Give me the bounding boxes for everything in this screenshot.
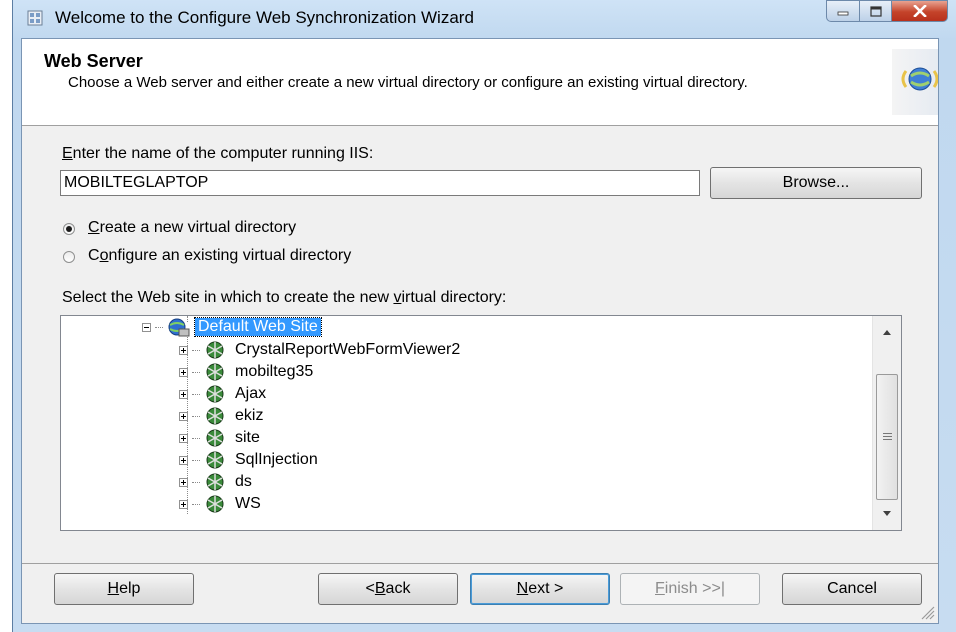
tree-node-label: site	[235, 429, 260, 446]
tree-node[interactable]: WS	[179, 493, 264, 515]
grip-line	[883, 433, 892, 434]
expand-icon[interactable]	[179, 433, 188, 443]
page-title: Web Server	[44, 51, 143, 71]
website-globe-icon	[168, 318, 190, 337]
tree-node[interactable]: site	[179, 427, 263, 449]
expand-icon[interactable]	[179, 455, 188, 465]
tree-node[interactable]: ekiz	[179, 405, 266, 427]
tree-node-label: ds	[235, 473, 252, 490]
virtual-directory-icon	[206, 451, 224, 469]
maximize-icon	[869, 5, 882, 17]
title-bar[interactable]: Welcome to the Configure Web Synchroniza…	[13, 0, 956, 38]
virtual-directory-icon	[206, 495, 224, 513]
virtual-directory-icon	[206, 407, 224, 425]
finish-button[interactable]: Finish >>|	[620, 573, 760, 605]
minimize-button[interactable]	[826, 0, 860, 22]
configure-directory-label[interactable]: Configure an existing virtual directory	[88, 247, 351, 265]
virtual-directory-icon	[206, 385, 224, 403]
back-button[interactable]: < Back	[318, 573, 458, 605]
tree-node-label: CrystalReportWebFormViewer2	[235, 341, 461, 358]
expand-icon[interactable]	[179, 367, 188, 377]
tree-node[interactable]: Ajax	[179, 383, 269, 405]
wizard-header: Web Server Choose a Web server and eithe…	[22, 39, 938, 126]
configure-directory-radio[interactable]	[63, 251, 75, 263]
create-directory-radio[interactable]	[63, 223, 75, 235]
computer-name-input[interactable]: MOBILTEGLAPTOP	[60, 170, 700, 196]
tree-node[interactable]: ds	[179, 471, 255, 493]
tree-node[interactable]: CrystalReportWebFormViewer2	[179, 339, 463, 361]
grip-line	[883, 439, 892, 440]
tree-node-label: Ajax	[235, 385, 267, 402]
expand-icon[interactable]	[179, 477, 188, 487]
next-button[interactable]: Next >	[470, 573, 610, 605]
caption-buttons	[826, 0, 948, 22]
virtual-directory-icon	[206, 341, 224, 359]
expand-icon[interactable]	[179, 411, 188, 421]
collapse-icon[interactable]	[142, 322, 151, 332]
resize-grip-icon[interactable]	[916, 601, 936, 621]
wizard-window: Welcome to the Configure Web Synchroniza…	[12, 0, 956, 632]
scroll-down-arrow-icon[interactable]	[883, 511, 891, 516]
tree-node-label: SqlInjection	[235, 451, 318, 468]
help-button[interactable]: Help	[54, 573, 194, 605]
virtual-directory-icon	[206, 363, 224, 381]
grip-line	[883, 436, 892, 437]
tree-node[interactable]: SqlInjection	[179, 449, 321, 471]
vertical-scrollbar[interactable]	[872, 316, 901, 530]
expand-icon[interactable]	[179, 499, 188, 509]
create-directory-label[interactable]: Create a new virtual directory	[88, 219, 296, 237]
tree-node-label: ekiz	[235, 407, 264, 424]
computer-name-label: Enter the name of the computer running I…	[62, 145, 374, 162]
wizard-client: Web Server Choose a Web server and eithe…	[21, 38, 939, 624]
cancel-button[interactable]: Cancel	[782, 573, 922, 605]
virtual-directory-icon	[206, 473, 224, 491]
maximize-button[interactable]	[860, 0, 892, 22]
scroll-thumb[interactable]	[876, 374, 898, 500]
page-description: Choose a Web server and either create a …	[68, 74, 748, 91]
minimize-icon	[837, 11, 849, 16]
tree-node-label: WS	[235, 495, 261, 512]
website-select-label: Select the Web site in which to create t…	[62, 289, 507, 306]
tree-node-label: mobilteg35	[235, 363, 314, 380]
radio-dot	[66, 226, 72, 232]
virtual-directory-icon	[206, 429, 224, 447]
close-icon	[912, 5, 927, 17]
tree-node-root[interactable]: Default Web Site	[142, 316, 322, 338]
scroll-up-arrow-icon[interactable]	[883, 330, 891, 335]
globe-sync-icon	[892, 49, 938, 115]
browse-button[interactable]: Browse...	[710, 167, 922, 199]
tree-node-label: Default Web Site	[194, 317, 322, 337]
close-button[interactable]	[892, 0, 948, 22]
wizard-icon	[27, 10, 43, 26]
window-title: Welcome to the Configure Web Synchroniza…	[55, 8, 474, 27]
expand-icon[interactable]	[179, 345, 188, 355]
footer-divider	[22, 563, 938, 564]
expand-icon[interactable]	[179, 389, 188, 399]
website-tree[interactable]: Default Web Site CrystalReportWebFormVie…	[60, 315, 902, 531]
tree-node[interactable]: mobilteg35	[179, 361, 316, 383]
